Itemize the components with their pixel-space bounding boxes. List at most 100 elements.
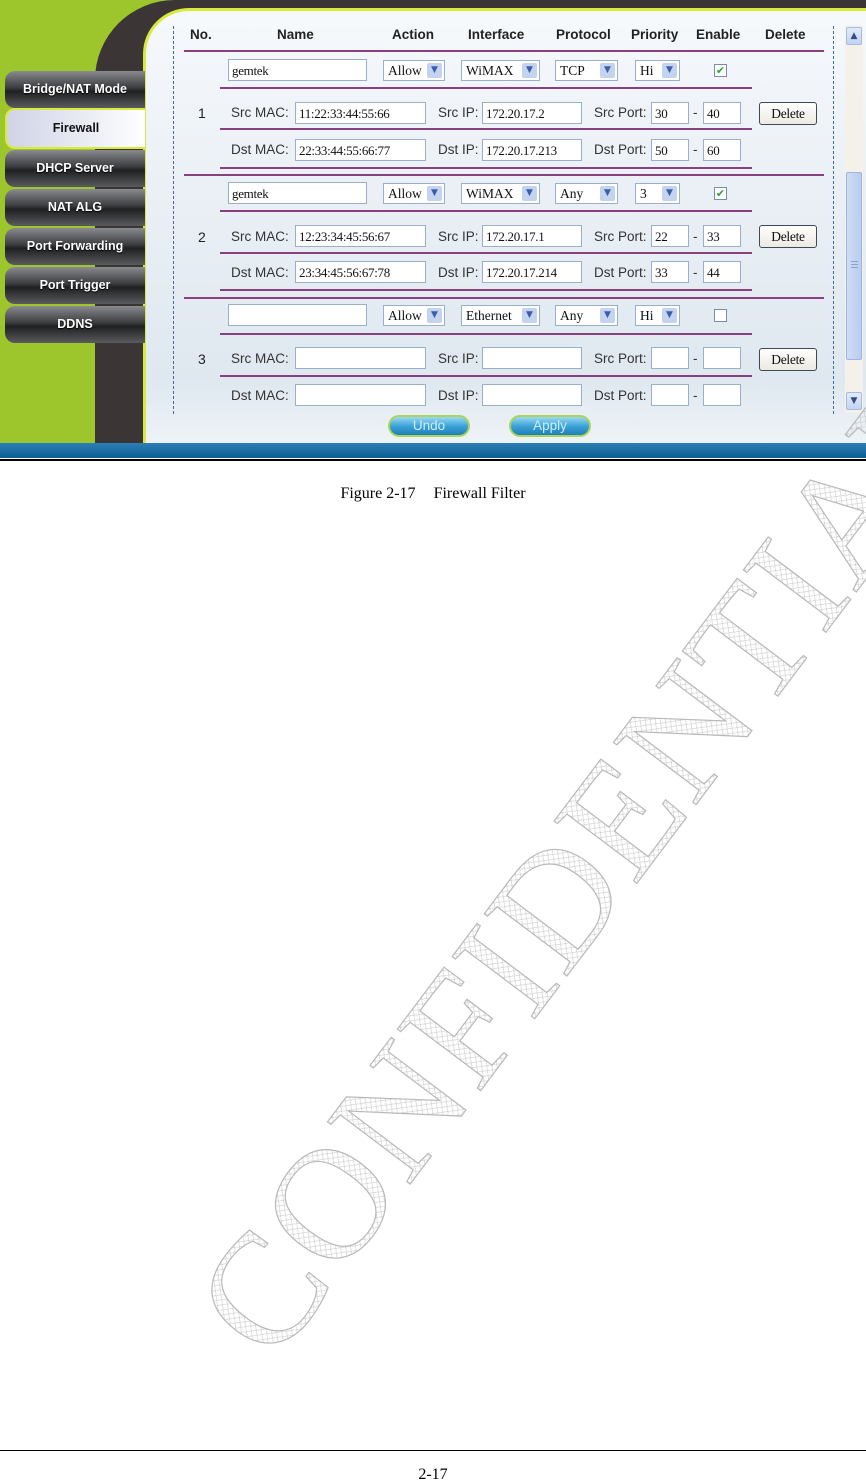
action-value: Allow <box>388 308 422 323</box>
enable-checkbox[interactable]: ✔ <box>714 64 727 77</box>
src-port-from-input[interactable]: 22 <box>651 225 689 247</box>
src-ip-input[interactable]: 172.20.17.1 <box>482 225 582 247</box>
sidebar-item-dhcp-server[interactable]: DHCP Server <box>5 150 145 187</box>
header-separator <box>184 50 824 52</box>
apply-button[interactable]: Apply <box>509 415 591 437</box>
row-separator <box>220 87 752 89</box>
dst-port-from-input[interactable]: 50 <box>651 139 689 161</box>
delete-button[interactable]: Delete <box>759 225 817 248</box>
col-header-no: No. <box>190 27 212 42</box>
protocol-select[interactable]: Any ▼ <box>555 305 618 326</box>
enable-checkbox[interactable]: ✔ <box>714 187 727 200</box>
dst-port-from-input[interactable] <box>651 384 689 406</box>
sidebar-item-port-trigger[interactable]: Port Trigger <box>5 267 145 304</box>
dst-port-to-input[interactable]: 44 <box>703 261 741 283</box>
src-mac-label: Src MAC: <box>231 351 289 366</box>
protocol-value: TCP <box>560 63 585 78</box>
src-port-to-input[interactable]: 40 <box>703 102 741 124</box>
col-header-priority: Priority <box>631 27 679 42</box>
rule-number: 1 <box>198 105 206 121</box>
dst-port-to-input[interactable] <box>703 384 741 406</box>
chevron-down-icon: ▼ <box>522 308 537 323</box>
src-ip-input[interactable] <box>482 347 582 369</box>
row-separator <box>220 289 752 291</box>
grip-icon <box>851 261 858 268</box>
interface-select[interactable]: Ethernet ▼ <box>461 305 540 326</box>
chevron-down-icon: ▼ <box>600 186 615 201</box>
sidebar-item-port-forwarding[interactable]: Port Forwarding <box>5 228 145 265</box>
src-port-to-input[interactable]: 33 <box>703 225 741 247</box>
dst-ip-input[interactable] <box>482 384 582 406</box>
dst-mac-input[interactable]: 22:33:44:55:66:77 <box>295 139 426 161</box>
col-header-name: Name <box>277 27 314 42</box>
scrollbar-thumb[interactable] <box>846 172 862 360</box>
scroll-up-button[interactable]: ▲ <box>846 27 862 45</box>
figure-label: Figure 2-17 <box>340 485 416 502</box>
priority-value: Hi <box>640 63 654 78</box>
enable-checkbox[interactable] <box>714 309 727 322</box>
row-separator <box>220 252 752 254</box>
sidebar-item-firewall[interactable]: Firewall <box>5 108 145 149</box>
action-select[interactable]: Allow ▼ <box>383 305 445 326</box>
dst-mac-input[interactable] <box>295 384 426 406</box>
delete-button[interactable]: Delete <box>759 102 817 125</box>
priority-value: 3 <box>640 186 647 201</box>
figure-caption: Figure 2-17 Firewall Filter <box>0 485 866 503</box>
sidebar-item-nat-alg[interactable]: NAT ALG <box>5 189 145 226</box>
dst-ip-input[interactable]: 172.20.17.214 <box>482 261 582 283</box>
rule-name-input[interactable] <box>228 304 367 326</box>
src-port-from-input[interactable] <box>651 347 689 369</box>
src-ip-input[interactable]: 172.20.17.2 <box>482 102 582 124</box>
src-port-from-input[interactable]: 30 <box>651 102 689 124</box>
protocol-select[interactable]: TCP ▼ <box>555 60 618 81</box>
undo-button[interactable]: Undo <box>388 415 470 437</box>
col-header-action: Action <box>392 27 434 42</box>
dst-port-to-input[interactable]: 60 <box>703 139 741 161</box>
scroll-down-button[interactable]: ▼ <box>846 392 862 410</box>
check-icon: ✔ <box>715 64 726 77</box>
src-ip-label: Src IP: <box>438 229 479 244</box>
rule-name-input[interactable]: gemtek <box>228 59 367 81</box>
protocol-value: Any <box>560 186 584 201</box>
src-port-to-input[interactable] <box>703 347 741 369</box>
action-select[interactable]: Allow ▼ <box>383 183 445 204</box>
range-separator: - <box>693 351 698 366</box>
src-mac-input[interactable]: 12:23:34:45:56:67 <box>295 225 426 247</box>
chevron-down-icon: ▼ <box>600 308 615 323</box>
priority-select[interactable]: Hi ▼ <box>635 305 680 326</box>
sidebar-item-bridge-nat-mode[interactable]: Bridge/NAT Mode <box>5 71 145 108</box>
action-value: Allow <box>388 186 422 201</box>
interface-value: WiMAX <box>466 186 514 201</box>
delete-button[interactable]: Delete <box>759 348 817 371</box>
src-ip-label: Src IP: <box>438 351 479 366</box>
protocol-select[interactable]: Any ▼ <box>555 183 618 204</box>
chevron-down-icon: ▼ <box>522 186 537 201</box>
dst-port-from-input[interactable]: 33 <box>651 261 689 283</box>
src-ip-label: Src IP: <box>438 105 479 120</box>
row-separator <box>220 167 752 169</box>
chevron-down-icon: ▼ <box>427 186 442 201</box>
dst-mac-input[interactable]: 23:34:45:56:67:78 <box>295 261 426 283</box>
rule-number: 3 <box>198 351 206 367</box>
dst-ip-input[interactable]: 172.20.17.213 <box>482 139 582 161</box>
sidebar-item-ddns[interactable]: DDNS <box>5 306 145 343</box>
interface-value: WiMAX <box>466 63 514 78</box>
priority-select[interactable]: Hi ▼ <box>635 60 680 81</box>
src-mac-input[interactable] <box>295 347 426 369</box>
chevron-down-icon: ▼ <box>850 396 858 406</box>
row-separator <box>220 333 752 335</box>
src-mac-label: Src MAC: <box>231 105 289 120</box>
interface-select[interactable]: WiMAX ▼ <box>461 183 540 204</box>
dst-port-label: Dst Port: <box>594 142 647 157</box>
check-icon: ✔ <box>715 187 726 200</box>
rule-name-input[interactable]: gemtek <box>228 182 367 204</box>
src-mac-input[interactable]: 11:22:33:44:55:66 <box>295 102 426 124</box>
priority-select[interactable]: 3 ▼ <box>635 183 680 204</box>
action-select[interactable]: Allow ▼ <box>383 60 445 81</box>
protocol-value: Any <box>560 308 584 323</box>
chevron-down-icon: ▼ <box>662 308 677 323</box>
rule-number: 2 <box>198 229 206 245</box>
rule-separator <box>184 297 824 299</box>
figure-title: Firewall Filter <box>433 485 526 502</box>
interface-select[interactable]: WiMAX ▼ <box>461 60 540 81</box>
